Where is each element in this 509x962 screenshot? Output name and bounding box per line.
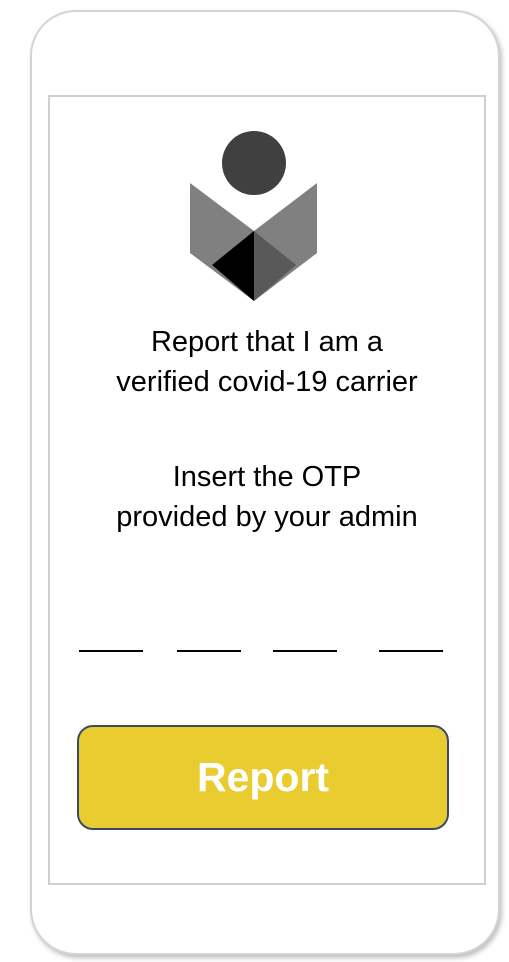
otp-digit-2-input[interactable] — [177, 650, 241, 652]
logo-head — [222, 131, 286, 195]
instruction-line-2: provided by your admin — [116, 501, 418, 533]
otp-digit-3-input[interactable] — [273, 650, 337, 652]
report-button[interactable]: Report — [77, 725, 449, 830]
otp-digit-4-input[interactable] — [379, 650, 443, 652]
otp-digit-1-input[interactable] — [79, 650, 143, 652]
instruction-line-1: Insert the OTP — [172, 461, 362, 493]
page-title: Report that I am a verified covid-19 car… — [50, 322, 484, 402]
title-line-1: Report that I am a — [150, 326, 384, 358]
title-line-2: verified covid-19 carrier — [116, 366, 418, 398]
otp-instruction: Insert the OTP provided by your admin — [50, 457, 484, 537]
reader-book-icon — [190, 131, 317, 301]
